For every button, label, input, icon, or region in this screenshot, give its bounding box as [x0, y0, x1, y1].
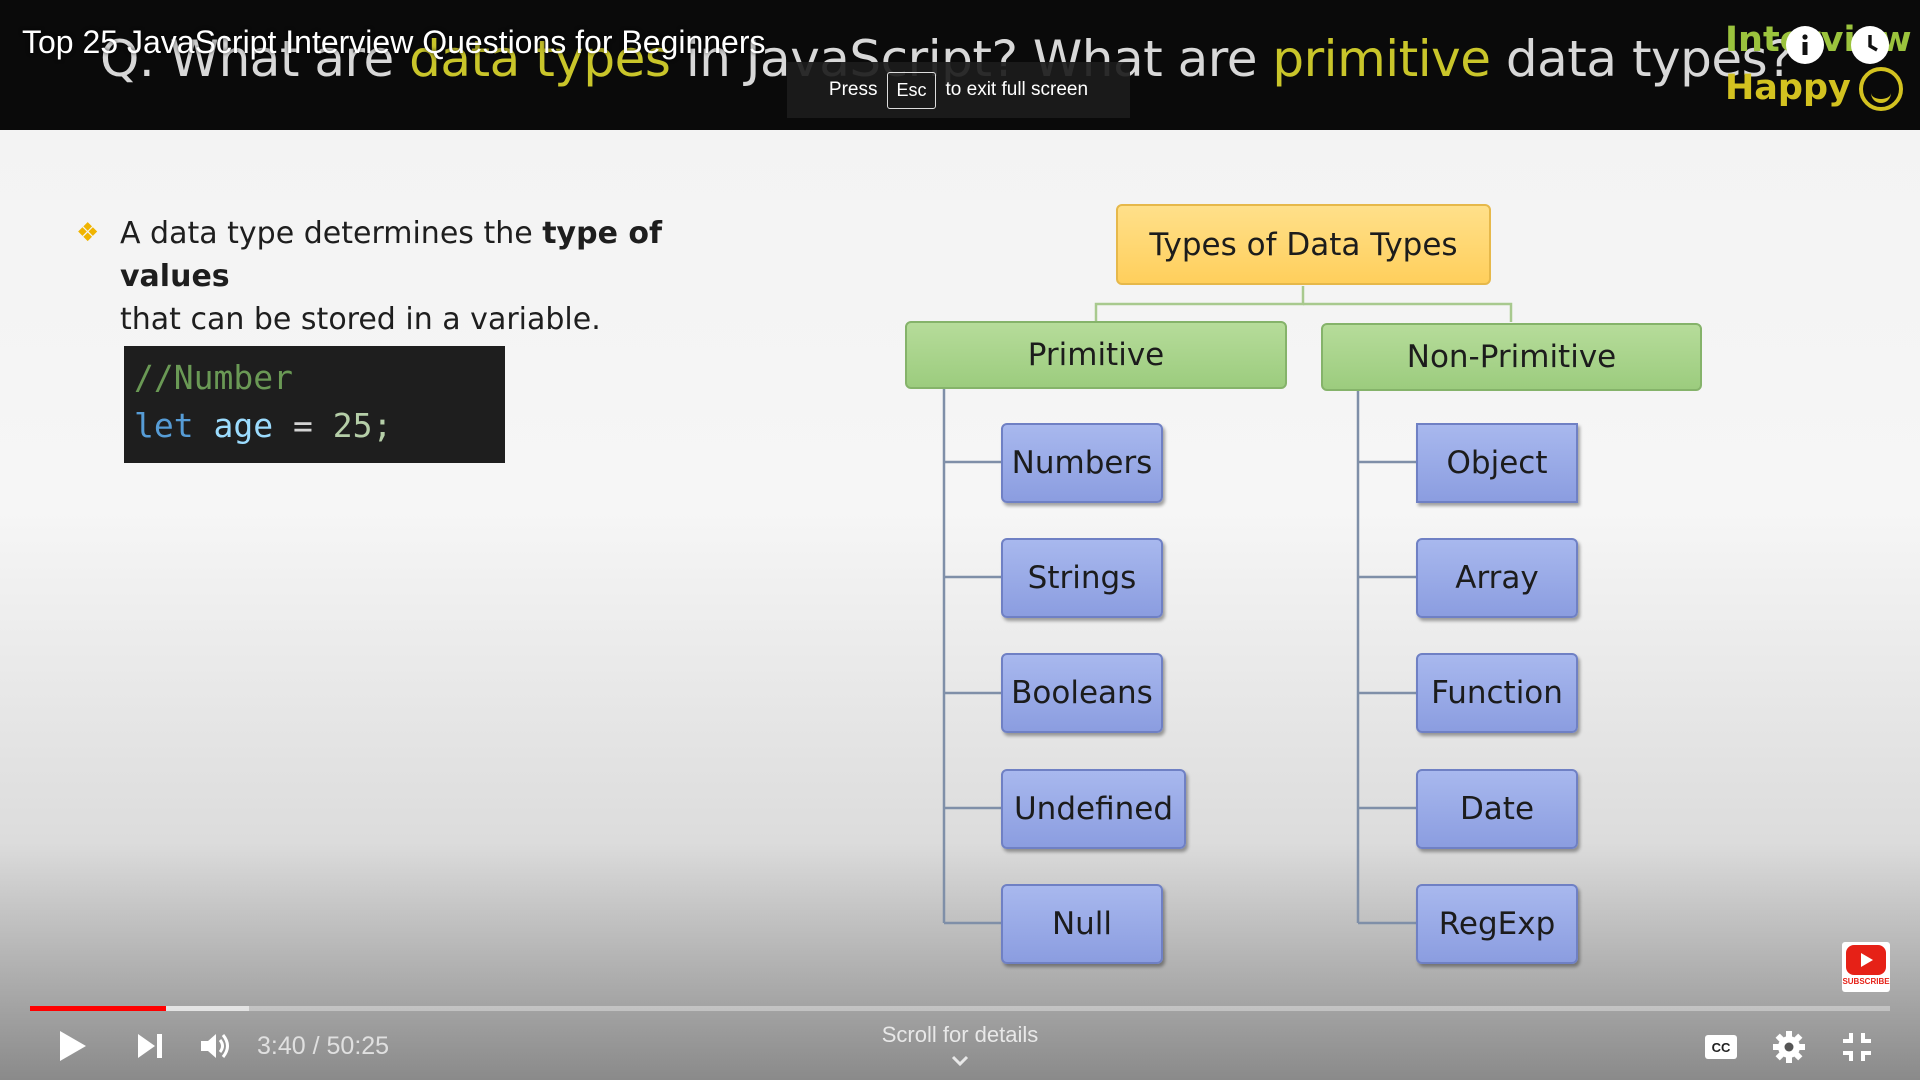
leaf-null: Null — [1001, 884, 1163, 964]
video-title[interactable]: Top 25 JavaScript Interview Questions fo… — [22, 24, 765, 61]
hint-suffix-text: to exit full screen — [945, 79, 1089, 100]
progress-played — [30, 1006, 166, 1011]
video-player[interactable]: Q. What are data types in JavaScript? Wh… — [0, 0, 1920, 1080]
primitive-node: Primitive — [905, 321, 1287, 389]
captions-icon: CC — [1705, 1035, 1737, 1059]
nonprimitive-node: Non-Primitive — [1321, 323, 1702, 391]
play-button[interactable] — [52, 1026, 92, 1066]
time-current: 3:40 — [257, 1032, 306, 1060]
subscribe-button[interactable]: SUBSCRIBE — [1842, 942, 1890, 992]
root-to-primitive-line — [1094, 286, 1305, 322]
leaf-object: Object — [1416, 423, 1578, 503]
volume-icon — [201, 1034, 229, 1058]
time-total: 50:25 — [326, 1032, 390, 1060]
diagram-connectors — [942, 286, 1513, 925]
leaf-function: Function — [1416, 653, 1578, 733]
subscribe-label: SUBSCRIBE — [1842, 977, 1890, 986]
leaf-strings: Strings — [1001, 538, 1163, 618]
info-icon[interactable] — [1786, 26, 1824, 64]
leaf-booleans: Booleans — [1001, 653, 1163, 733]
exit-fullscreen-icon — [1843, 1033, 1871, 1061]
root-to-nonprimitive-line — [1303, 302, 1513, 322]
scroll-hint-label: Scroll for details — [881, 1022, 1039, 1047]
captions-button[interactable]: CC — [1702, 1030, 1740, 1064]
hint-press-text: Press — [828, 79, 878, 100]
leaf-regexp: RegExp — [1416, 884, 1578, 964]
watch-later-icon[interactable] — [1851, 26, 1889, 64]
root-node: Types of Data Types — [1116, 204, 1491, 285]
time-display: 3:40 / 50:25 — [257, 1032, 389, 1061]
leaf-date: Date — [1416, 769, 1578, 849]
settings-button[interactable] — [1770, 1028, 1808, 1066]
chevron-down-icon — [951, 1055, 969, 1067]
next-button[interactable] — [130, 1028, 170, 1064]
exit-fullscreen-hint: Press Esc to exit full screen — [787, 62, 1130, 118]
volume-button[interactable] — [196, 1028, 236, 1064]
youtube-play-icon — [1846, 945, 1886, 975]
play-icon — [60, 1031, 86, 1061]
exit-fullscreen-button[interactable] — [1838, 1028, 1876, 1066]
settings-icon — [1773, 1031, 1805, 1063]
leaf-undefined: Undefined — [1001, 769, 1186, 849]
esc-key: Esc — [887, 71, 936, 109]
leaf-numbers: Numbers — [1001, 423, 1163, 503]
time-separator: / — [305, 1032, 327, 1060]
scroll-for-details[interactable]: Scroll for details — [860, 1022, 1060, 1074]
svg-text:CC: CC — [1712, 1040, 1731, 1055]
data-types-diagram: Types of Data Types Primitive Non-Primit… — [0, 0, 1920, 1080]
leaf-array: Array — [1416, 538, 1578, 618]
progress-bar[interactable] — [30, 1006, 1890, 1011]
next-icon — [138, 1034, 162, 1058]
